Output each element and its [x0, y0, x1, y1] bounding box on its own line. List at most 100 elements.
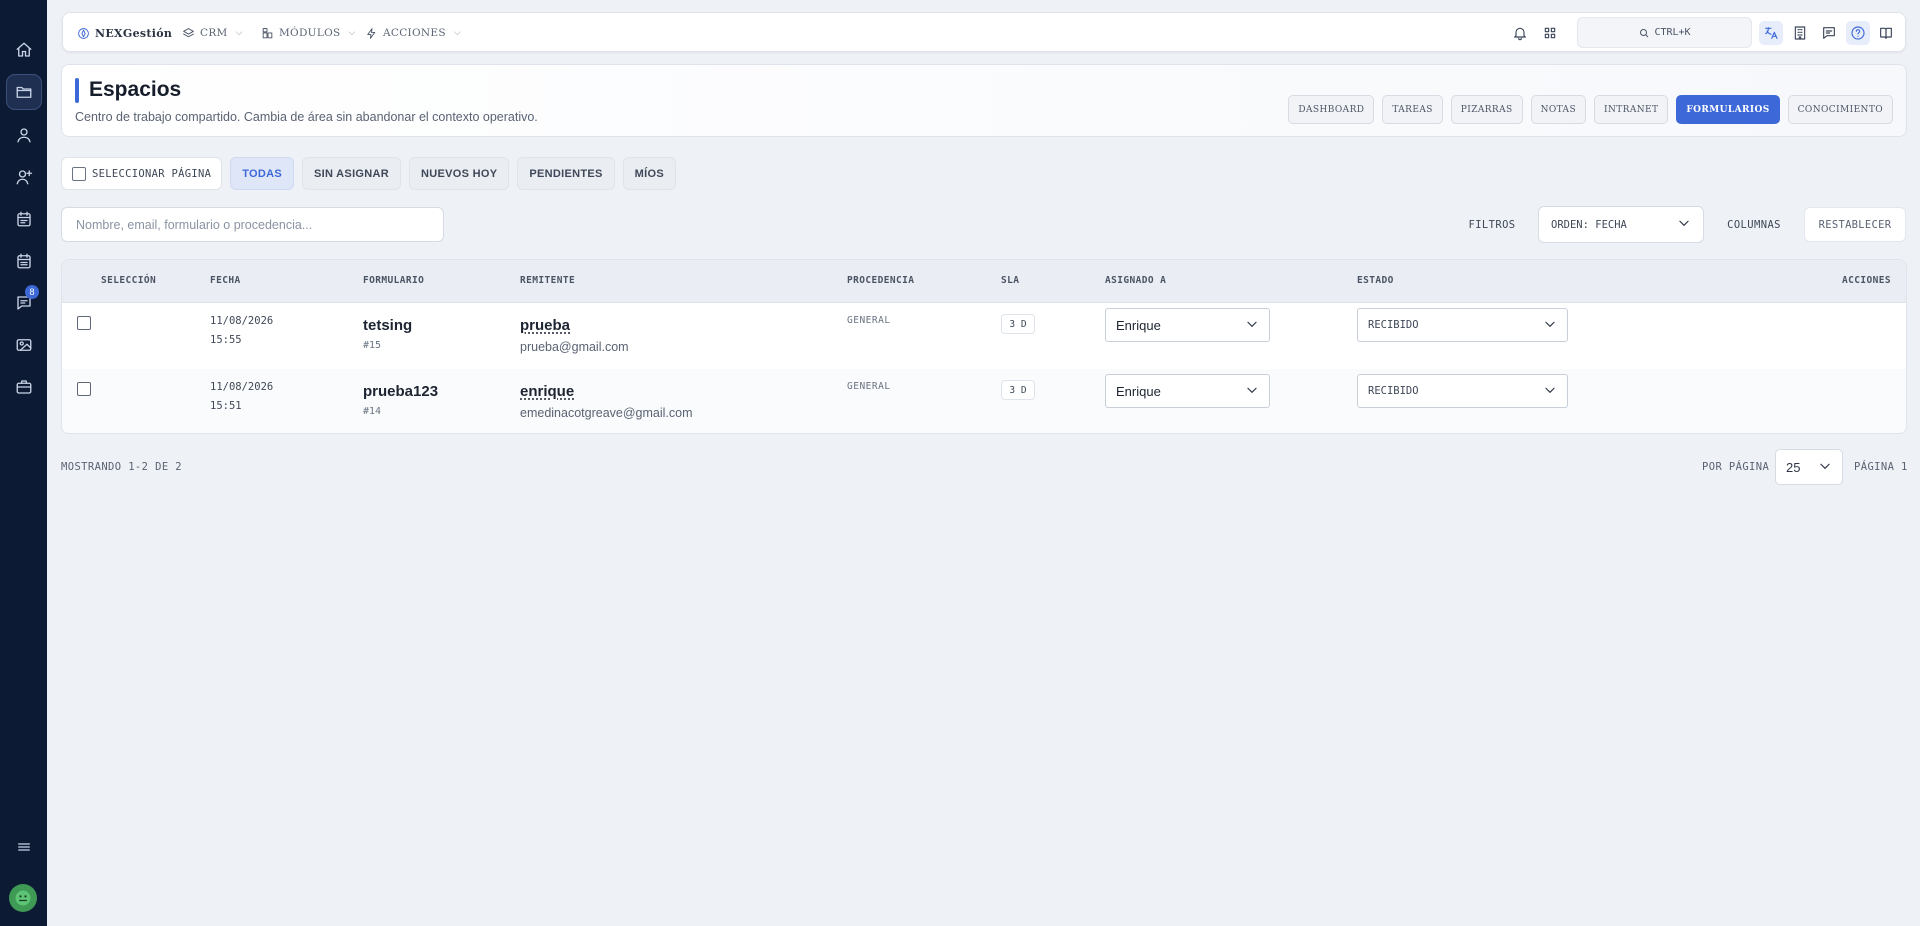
select-page-checkbox[interactable]: SELECCIONAR PÁGINA [61, 157, 223, 190]
chevron-down-icon: ⌵ [348, 28, 356, 38]
global-search-button[interactable]: CTRL+K [1577, 17, 1752, 48]
modulos-menu[interactable]: MÓDULOS ⌵ [261, 13, 356, 53]
chat-icon[interactable]: 8 [6, 285, 42, 321]
date-cell: 11/08/2026 15:51 [210, 378, 273, 416]
assignee-value: Enrique [1116, 383, 1161, 399]
sla-badge: 3 D [1001, 314, 1035, 334]
col-asignado[interactable]: ASIGNADO A [1105, 275, 1166, 286]
per-page-select[interactable]: 25 [1775, 449, 1843, 485]
calendar-icon[interactable] [6, 201, 42, 237]
col-procedencia[interactable]: PROCEDENCIA [847, 275, 914, 286]
status-select[interactable]: RECIBIDO [1357, 308, 1568, 342]
assignee-select[interactable]: Enrique [1105, 374, 1270, 408]
chevron-down-icon: ⌵ [453, 28, 461, 38]
chip-todas[interactable]: TODAS [230, 157, 294, 190]
quick-filters: SELECCIONAR PÁGINA TODAS SIN ASIGNAR NUE… [61, 157, 676, 190]
brand-name: NEXGestión [95, 26, 173, 40]
message-icon[interactable] [1817, 21, 1841, 45]
form-id: #14 [363, 406, 382, 417]
col-seleccion[interactable]: SELECCIÓN [101, 275, 156, 286]
book-icon[interactable] [1874, 21, 1898, 45]
order-select[interactable]: ORDEN: FECHA [1538, 206, 1704, 243]
translate-icon[interactable] [1759, 21, 1783, 45]
help-icon[interactable] [1846, 21, 1870, 45]
page-header: Espacios Centro de trabajo compartido. C… [61, 64, 1907, 137]
filtros-button[interactable]: FILTROS [1460, 207, 1524, 242]
tab-formularios[interactable]: FORMULARIOS [1676, 95, 1780, 124]
columnas-button[interactable]: COLUMNAS [1718, 207, 1790, 242]
calendar-list-icon[interactable] [6, 243, 42, 279]
row-checkbox[interactable] [77, 382, 91, 396]
assignee-select[interactable]: Enrique [1105, 308, 1270, 342]
apps-grid-icon[interactable] [1538, 21, 1562, 45]
sender-email: prueba@gmail.com [520, 340, 629, 354]
crm-menu[interactable]: CRM ⌵ [182, 13, 243, 53]
briefcase-icon[interactable] [6, 369, 42, 405]
form-name[interactable]: prueba123 [363, 383, 438, 400]
assignee-value: Enrique [1116, 317, 1161, 333]
col-sla[interactable]: SLA [1001, 275, 1019, 286]
area-tabs: DASHBOARD TAREAS PIZARRAS NOTAS INTRANET… [1288, 95, 1893, 124]
order-select-value: ORDEN: FECHA [1551, 218, 1627, 231]
tab-pizarras[interactable]: PIZARRAS [1450, 95, 1523, 124]
folder-icon[interactable] [6, 74, 42, 110]
checkbox[interactable] [72, 166, 86, 181]
brand-link[interactable]: NEXGestión [77, 13, 172, 53]
bolt-icon [367, 27, 376, 39]
tab-tareas[interactable]: TAREAS [1382, 95, 1443, 124]
menu-icon[interactable] [6, 829, 42, 865]
time: 15:51 [210, 400, 242, 412]
avatar-icon[interactable] [9, 884, 37, 912]
home-icon[interactable] [6, 32, 42, 68]
row-checkbox[interactable] [77, 316, 91, 330]
origin: GENERAL [847, 381, 891, 392]
image-icon[interactable] [6, 327, 42, 363]
tab-notas[interactable]: NOTAS [1530, 95, 1587, 124]
chevron-down-icon [1245, 317, 1259, 334]
col-remitente[interactable]: REMITENTE [520, 275, 575, 286]
form-id: #15 [363, 340, 382, 351]
search-input[interactable] [61, 207, 444, 242]
search-shortcut: CTRL+K [1654, 27, 1691, 38]
table-row: 11/08/2026 15:51 prueba123 #14 enrique e… [62, 369, 1906, 433]
form-name[interactable]: tetsing [363, 317, 412, 334]
chevron-down-icon [1818, 459, 1832, 476]
per-page-label: POR PÁGINA [1702, 461, 1770, 473]
sla-badge: 3 D [1001, 380, 1035, 400]
modules-icon [262, 27, 273, 38]
bell-icon[interactable] [1508, 21, 1532, 45]
chevron-down-icon [1543, 317, 1557, 334]
top-navigation-bar: NEXGestión CRM ⌵ MÓDULOS ⌵ ACCIONES ⌵ CT… [62, 12, 1906, 52]
col-acciones: ACCIONES [1842, 275, 1891, 286]
tab-intranet[interactable]: INTRANET [1594, 95, 1669, 124]
chip-mios[interactable]: MÍOS [622, 157, 676, 190]
layers-icon [183, 27, 194, 37]
chip-pendientes[interactable]: PENDIENTES [517, 157, 615, 190]
building-icon[interactable] [1788, 21, 1812, 45]
sender-cell: enrique emedinacotgreave@gmail.com [520, 383, 693, 420]
status-value: RECIBIDO [1368, 319, 1419, 331]
sidebar: 8 [0, 0, 47, 926]
acciones-menu-label: ACCIONES [383, 27, 446, 39]
reset-button[interactable]: RESTABLECER [1804, 207, 1906, 242]
col-formulario[interactable]: FORMULARIO [363, 275, 424, 286]
tab-conocimiento[interactable]: CONOCIMIENTO [1787, 95, 1893, 124]
chip-nuevos-hoy[interactable]: NUEVOS HOY [409, 157, 510, 190]
modulos-menu-label: MÓDULOS [279, 27, 341, 39]
col-estado[interactable]: ESTADO [1357, 275, 1394, 286]
per-page-value: 25 [1786, 459, 1801, 475]
tab-dashboard[interactable]: DASHBOARD [1288, 95, 1375, 124]
results-count: MOSTRANDO 1-2 DE 2 [61, 461, 182, 473]
acciones-menu[interactable]: ACCIONES ⌵ [365, 13, 461, 53]
status-select[interactable]: RECIBIDO [1357, 374, 1568, 408]
user-plus-icon[interactable] [6, 159, 42, 195]
sender-name[interactable]: prueba [520, 317, 629, 334]
chip-sin-asignar[interactable]: SIN ASIGNAR [302, 157, 402, 190]
col-fecha[interactable]: FECHA [210, 275, 241, 286]
time: 15:55 [210, 334, 242, 346]
origin: GENERAL [847, 315, 891, 326]
user-icon[interactable] [6, 117, 42, 153]
date: 11/08/2026 [210, 381, 274, 393]
sender-name[interactable]: enrique [520, 383, 693, 400]
chevron-down-icon [1677, 216, 1691, 233]
